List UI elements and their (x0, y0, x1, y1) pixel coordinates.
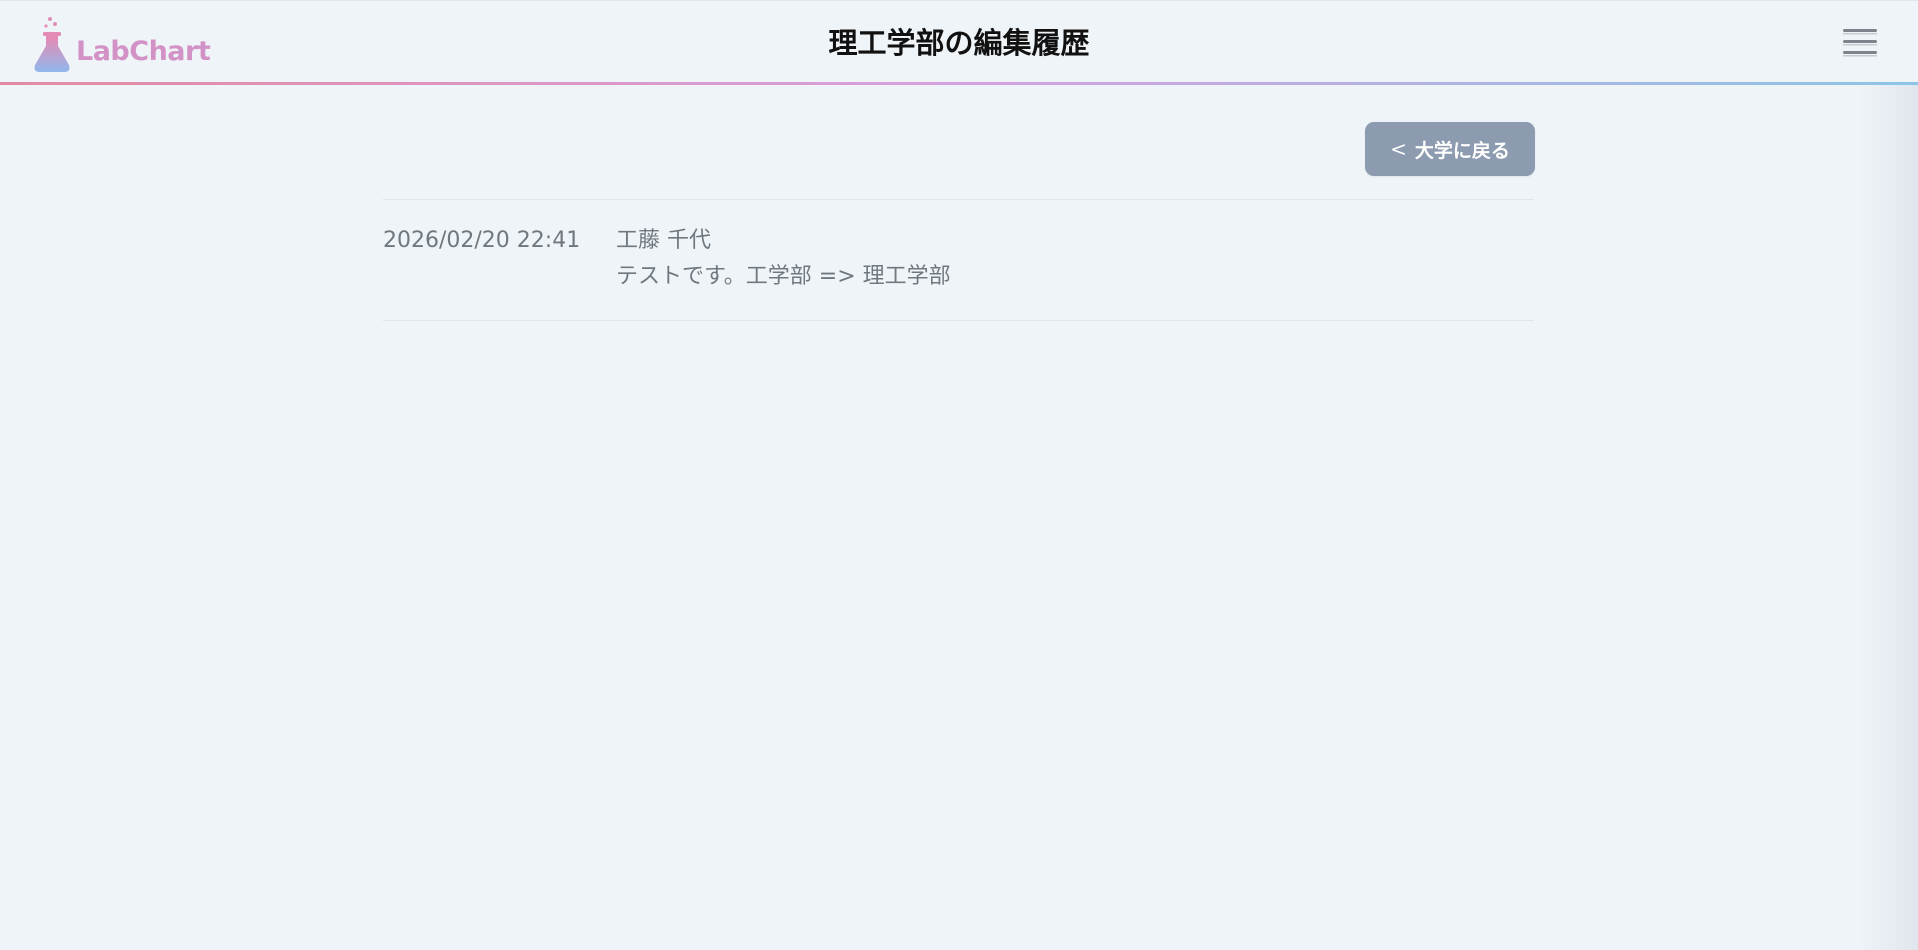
top-bar: LabChart 理工学部の編集履歴 (0, 0, 1918, 84)
side-panel-shadow (1858, 85, 1918, 950)
header-gradient-divider (0, 82, 1918, 85)
chevron-left-icon: < (1390, 137, 1407, 161)
entry-message: テストです。工学部 => 理工学部 (616, 264, 951, 289)
edit-history-list: 2026/02/20 22:41 工藤 千代 テストです。工学部 => 理工学部 (383, 199, 1534, 321)
history-entry: 2026/02/20 22:41 工藤 千代 テストです。工学部 => 理工学部 (383, 200, 1534, 321)
menu-button[interactable] (1842, 25, 1878, 59)
entry-body: 工藤 千代 テストです。工学部 => 理工学部 (616, 223, 951, 320)
entry-datetime: 2026/02/20 22:41 (383, 228, 581, 253)
page-title: 理工学部の編集履歴 (828, 26, 1090, 60)
hamburger-icon (1843, 29, 1877, 57)
back-to-university-button[interactable]: < 大学に戻る (1365, 122, 1535, 176)
entry-user: 工藤 千代 (616, 228, 711, 253)
back-button-label: 大学に戻る (1414, 139, 1510, 162)
